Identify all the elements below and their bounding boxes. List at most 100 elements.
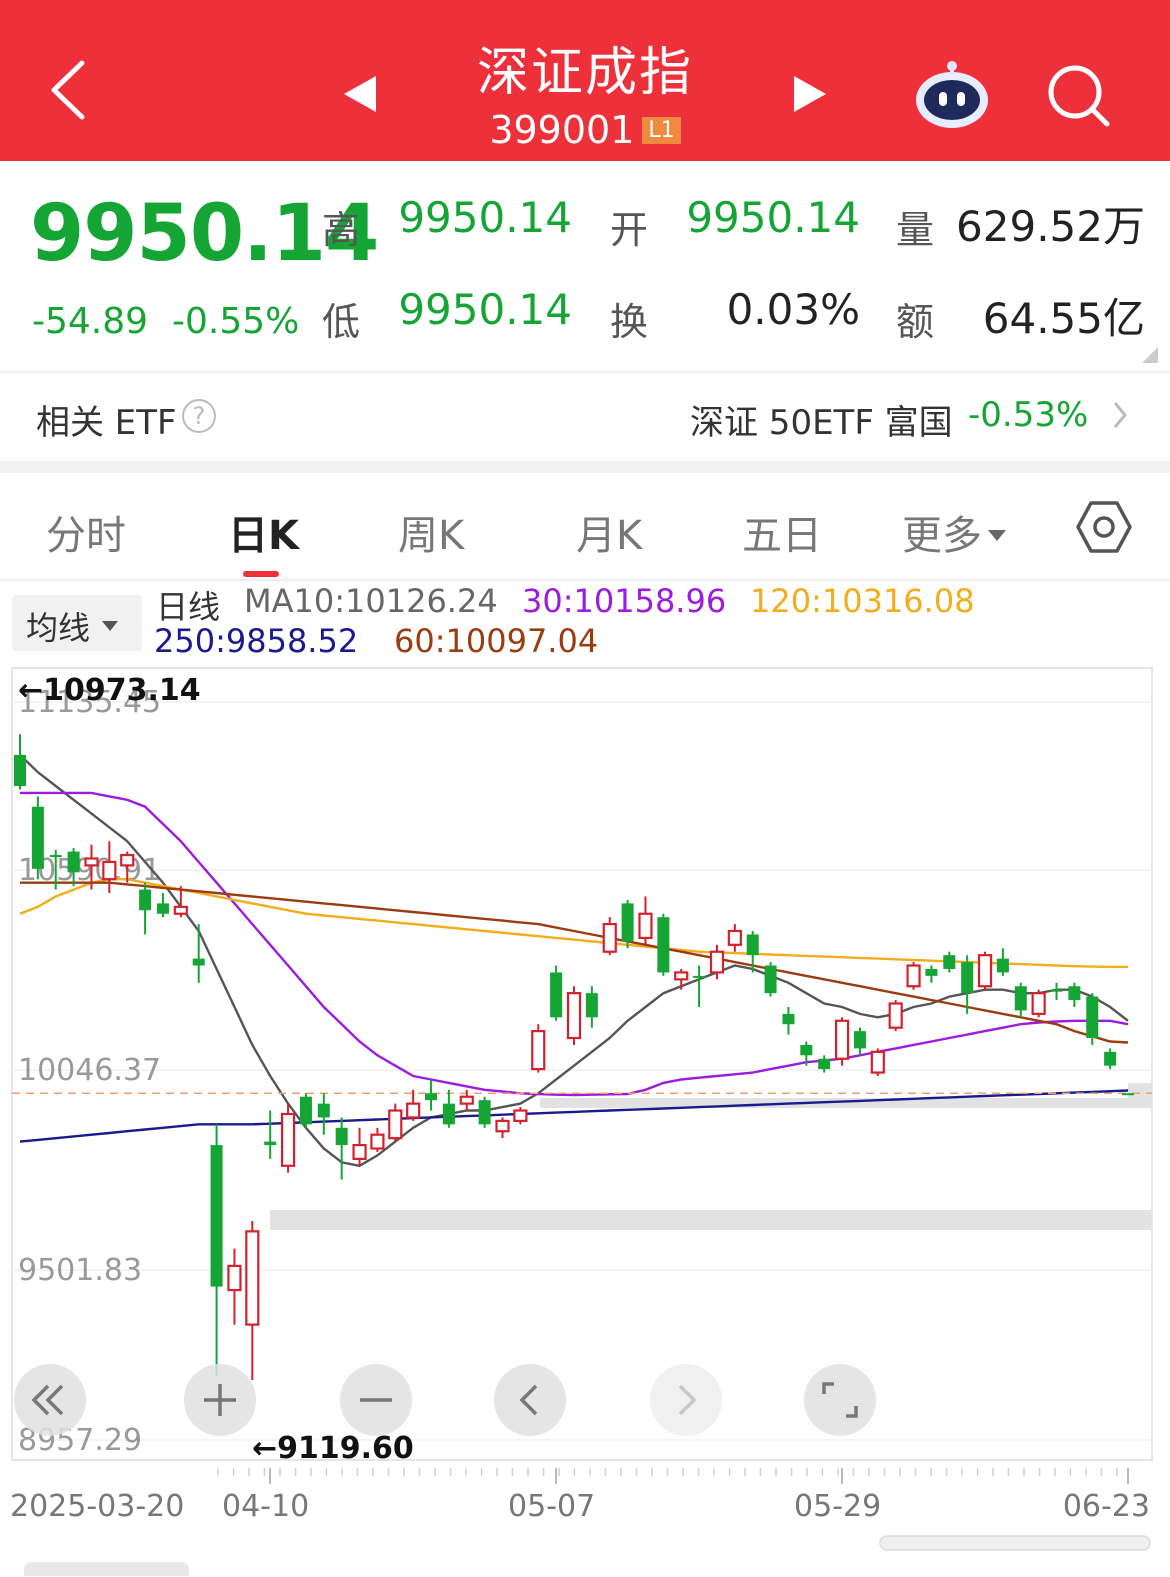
chevron-right-icon	[1113, 402, 1127, 428]
candle-body	[693, 975, 706, 978]
x-axis-label: 05-07	[508, 1489, 595, 1524]
tab-weekly-k[interactable]: 周K	[398, 503, 464, 561]
candle-body	[602, 923, 617, 953]
candle-body	[818, 1058, 831, 1070]
fullscreen-icon	[822, 1382, 858, 1418]
stock-code: 399001	[489, 108, 635, 152]
tab-more-label: 更多	[902, 513, 982, 559]
ma60-value: 60:10097.04	[394, 622, 599, 660]
zoom-to-start-button[interactable]	[14, 1364, 86, 1436]
next-stock-icon[interactable]	[790, 72, 830, 116]
candle-body	[1068, 986, 1081, 1001]
zoom-out-button[interactable]	[340, 1364, 412, 1436]
candle-body	[1086, 996, 1099, 1039]
candle-body	[317, 1103, 330, 1118]
candle-body	[566, 992, 582, 1040]
quote-panel: 9950.14 -54.89 -0.55% 高 9950.14 开 9950.1…	[0, 161, 1170, 373]
candle-body	[442, 1103, 455, 1125]
tab-intraday[interactable]: 分时	[46, 503, 126, 561]
caret-down-icon	[988, 530, 1006, 541]
ma-line-30	[20, 791, 1129, 1097]
turnover-label: 换	[610, 300, 649, 344]
candle-body	[906, 964, 921, 988]
candle-body	[406, 1102, 421, 1119]
related-etf-row[interactable]: 相关 ETF ? 深证 50ETF 富国 -0.53%	[0, 373, 1170, 461]
x-axis-label: 05-29	[794, 1489, 881, 1524]
candle-body	[139, 889, 152, 911]
volume-value: 629.52万	[956, 202, 1145, 251]
candle-body	[657, 917, 670, 973]
previous-stock-icon[interactable]	[340, 72, 380, 116]
candle-body	[727, 929, 742, 946]
double-chevron-left-icon	[31, 1384, 64, 1416]
tab-five-day[interactable]: 五日	[742, 503, 822, 561]
candle-body	[352, 1143, 367, 1160]
candle-body	[210, 1145, 223, 1287]
related-etf-label: 相关 ETF	[36, 403, 177, 443]
candle-body	[1014, 986, 1027, 1011]
plus-icon	[204, 1384, 236, 1416]
ma-indicator-label: 均线	[26, 609, 91, 647]
divider	[0, 579, 1170, 581]
candle-body	[585, 993, 598, 1018]
chart-frame	[11, 667, 1153, 1461]
tab-monthly-k[interactable]: 月K	[576, 503, 642, 561]
bottom-tab-hint	[24, 1562, 189, 1576]
x-axis-label: 2025-03-20	[10, 1489, 184, 1524]
ai-robot-icon[interactable]	[912, 58, 992, 130]
stock-code-line: 399001 L1	[385, 108, 785, 152]
candle-body	[495, 1119, 510, 1133]
candle-body	[853, 1031, 866, 1049]
etf-name: 深证 50ETF 富国	[690, 403, 953, 443]
fullscreen-button[interactable]	[804, 1364, 876, 1436]
chart-period-tabs: 分时 日K 周K 月K 五日 更多	[0, 473, 1170, 579]
candle-body	[264, 1141, 277, 1146]
candle-body	[459, 1095, 474, 1105]
tab-more[interactable]: 更多	[902, 503, 1006, 561]
ma-indicator-select[interactable]: 均线	[12, 595, 142, 651]
candle-body	[425, 1093, 438, 1101]
amount-label: 额	[896, 300, 935, 344]
back-arrow-icon[interactable]	[40, 55, 100, 125]
high-marker: ←10973.14	[18, 673, 201, 708]
kline-chart[interactable]: 11135.45 10590.91 10046.37 9501.83 8957.29 ←1…	[0, 660, 1170, 1577]
candle-body	[1104, 1051, 1117, 1066]
search-icon[interactable]	[1045, 62, 1113, 130]
candle-body	[120, 853, 135, 867]
candle-body	[782, 1013, 795, 1025]
ma30-value: 30:10158.96	[522, 582, 727, 620]
candle-body	[961, 962, 974, 994]
settings-hexagon-icon[interactable]	[1076, 499, 1132, 555]
candle-body	[513, 1109, 528, 1122]
candle-body	[370, 1133, 385, 1150]
candle-body	[1031, 992, 1046, 1015]
candle-body	[227, 1264, 242, 1292]
high-label: 高	[322, 208, 361, 252]
candle-body	[764, 965, 777, 994]
low-value: 9950.14	[398, 285, 572, 334]
expand-corner-icon[interactable]	[1142, 347, 1158, 363]
candle-body	[621, 903, 634, 942]
candle-body	[996, 958, 1009, 973]
scroll-left-button[interactable]	[494, 1364, 566, 1436]
ma120-value: 120:10316.08	[750, 582, 975, 620]
candle-body	[709, 950, 725, 974]
y-axis-label: 10046.37	[18, 1053, 161, 1088]
zoom-in-button[interactable]	[184, 1364, 256, 1436]
low-marker: ←9119.60	[252, 1431, 414, 1466]
candle-body	[531, 1030, 546, 1071]
tab-daily-k[interactable]: 日K	[228, 503, 299, 561]
scroll-right-button[interactable]	[650, 1364, 722, 1436]
candle-body	[550, 972, 563, 1018]
candle-body	[638, 912, 653, 940]
stock-name: 深证成指	[476, 43, 693, 103]
candle-body	[335, 1127, 348, 1146]
help-icon[interactable]: ?	[182, 399, 216, 433]
candle-body	[977, 954, 993, 988]
candle-body	[84, 857, 99, 867]
candle-body	[478, 1100, 491, 1125]
etf-change-percent: -0.53%	[968, 395, 1089, 435]
candle-body	[192, 958, 205, 966]
kline-chart-svg: 11135.4510590.9110046.379501.838957.29←1…	[10, 667, 1153, 1551]
volume-label: 量	[896, 208, 935, 252]
